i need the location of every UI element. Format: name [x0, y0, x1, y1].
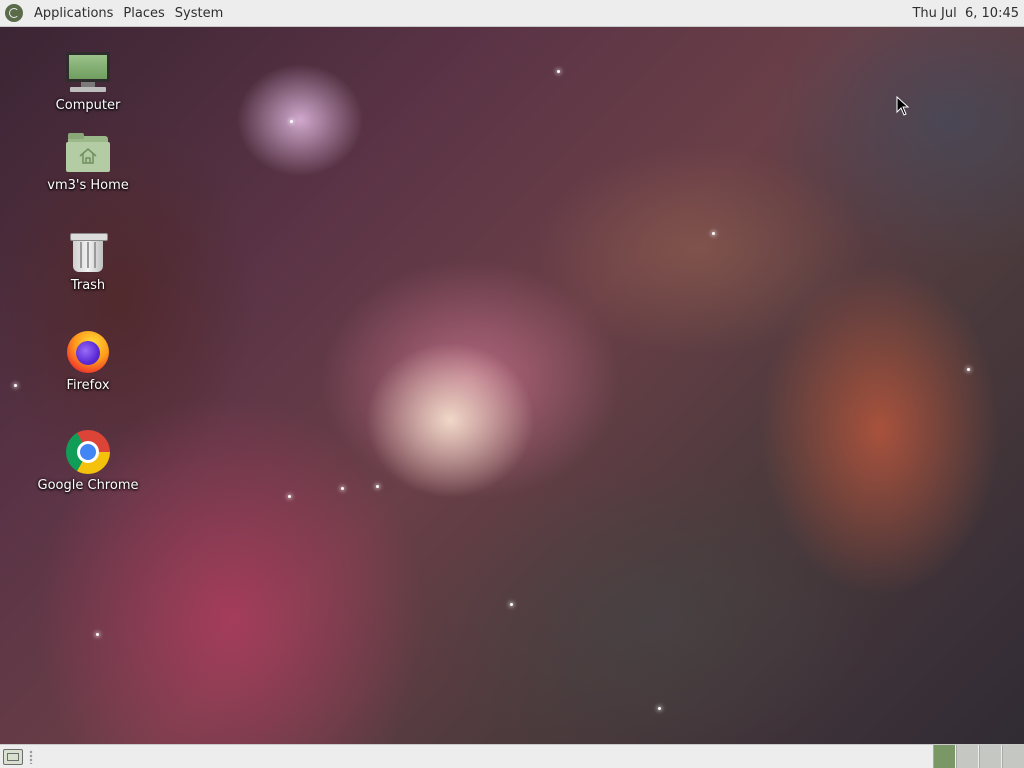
- bottom-panel: [0, 744, 1024, 768]
- applications-menu[interactable]: Applications: [29, 6, 118, 21]
- icon-label: Trash: [70, 278, 106, 293]
- star: [510, 603, 513, 606]
- workspace-switcher[interactable]: [932, 745, 1024, 768]
- workspace-4[interactable]: [1002, 745, 1024, 768]
- system-menu[interactable]: System: [170, 6, 228, 21]
- star: [376, 485, 379, 488]
- star: [967, 368, 970, 371]
- top-panel: Applications Places System Thu Jul 6, 10…: [0, 0, 1024, 27]
- desktop-icon-home[interactable]: vm3's Home: [28, 128, 148, 193]
- workspace-1[interactable]: [933, 745, 955, 768]
- desktop-icon-computer[interactable]: Computer: [28, 48, 148, 113]
- star: [290, 120, 293, 123]
- icon-label: Google Chrome: [37, 478, 139, 493]
- icon-label: Computer: [55, 98, 121, 113]
- desktop-icon-trash[interactable]: Trash: [28, 228, 148, 293]
- workspace-2[interactable]: [956, 745, 978, 768]
- places-menu[interactable]: Places: [118, 6, 169, 21]
- desktop-icon-chrome[interactable]: Google Chrome: [28, 428, 148, 493]
- firefox-icon: [64, 328, 112, 376]
- computer-icon: [64, 48, 112, 96]
- star: [14, 384, 17, 387]
- icon-label: vm3's Home: [47, 178, 129, 193]
- desktop[interactable]: Applications Places System Thu Jul 6, 10…: [0, 0, 1024, 768]
- star: [288, 495, 291, 498]
- trash-icon: [64, 228, 112, 276]
- panel-handle[interactable]: [29, 750, 33, 764]
- star: [96, 633, 99, 636]
- icon-label: Firefox: [66, 378, 110, 393]
- home-folder-icon: [64, 128, 112, 176]
- star: [712, 232, 715, 235]
- clock[interactable]: Thu Jul 6, 10:45: [912, 6, 1024, 21]
- show-desktop-icon[interactable]: [3, 749, 23, 765]
- mouse-cursor-icon: [896, 96, 910, 116]
- star: [658, 707, 661, 710]
- chrome-icon: [64, 428, 112, 476]
- desktop-icon-firefox[interactable]: Firefox: [28, 328, 148, 393]
- star: [557, 70, 560, 73]
- workspace-3[interactable]: [979, 745, 1001, 768]
- distro-logo-icon[interactable]: [5, 4, 23, 22]
- star: [341, 487, 344, 490]
